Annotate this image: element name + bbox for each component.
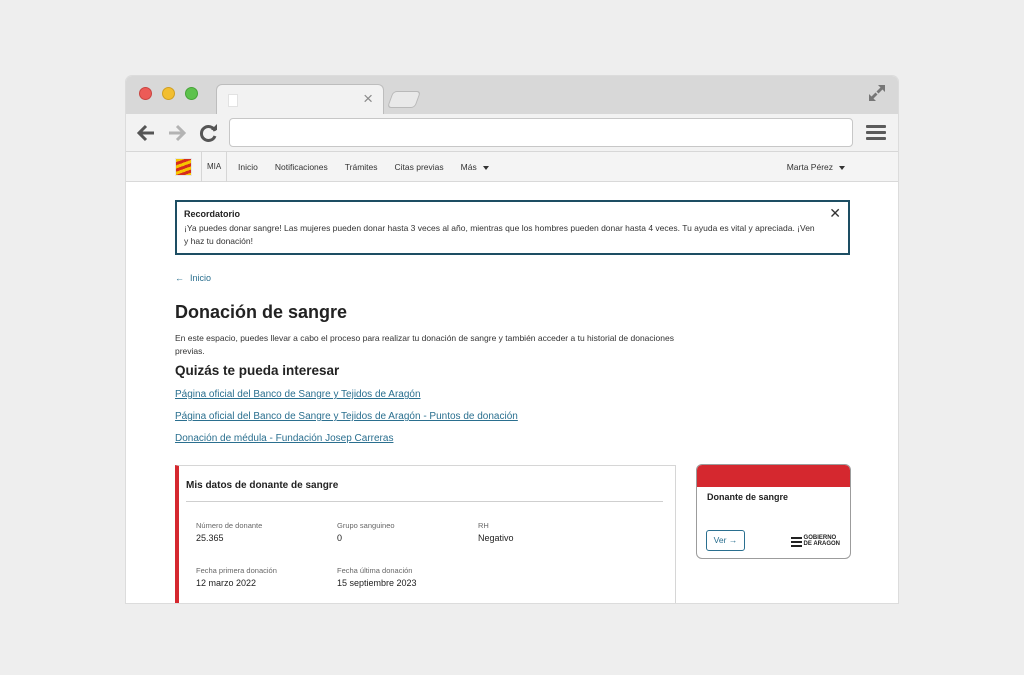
link-banco-sangre[interactable]: Página oficial del Banco de Sangre y Tej…: [175, 389, 421, 400]
browser-window: × MIA Inicio Notificaciones Trámites Cit…: [126, 76, 898, 603]
user-name: Marta Pérez: [786, 162, 833, 172]
ver-button[interactable]: Ver →: [706, 530, 745, 551]
menu-icon[interactable]: [866, 125, 886, 141]
alert-title: Recordatorio: [184, 209, 241, 219]
nav-item-mas[interactable]: Más: [461, 152, 489, 182]
close-icon[interactable]: ✕: [829, 206, 841, 220]
mia-label[interactable]: MIA: [201, 152, 228, 182]
minimize-window-button[interactable]: [162, 87, 175, 100]
field-fecha-primera-donacion: Fecha primera donación 12 marzo 2022: [196, 566, 277, 588]
donor-card-title: Donante de sangre: [707, 492, 789, 502]
link-puntos-donacion[interactable]: Página oficial del Banco de Sangre y Tej…: [175, 411, 518, 422]
field-label: Fecha primera donación: [196, 566, 277, 575]
logo-line-2: DE ARAGON: [803, 541, 840, 547]
donor-card: Donante de sangre Ver → GOBIERNO DE ARAG…: [696, 464, 851, 559]
nav-item-tramites[interactable]: Trámites: [345, 152, 378, 182]
user-menu[interactable]: Marta Pérez: [787, 152, 845, 182]
field-label: Número de donante: [196, 521, 263, 530]
field-value: 0: [337, 533, 343, 543]
page-icon: [228, 94, 238, 107]
nav-item-citas-previas[interactable]: Citas previas: [395, 152, 444, 182]
field-value: 25.365: [196, 533, 224, 543]
tab-strip: ×: [126, 76, 898, 115]
browser-tab[interactable]: ×: [216, 84, 384, 115]
card-header-bar: [697, 465, 850, 487]
maximize-window-button[interactable]: [185, 87, 198, 100]
forward-arrow-icon[interactable]: [166, 122, 188, 144]
nav-item-mas-label: Más: [460, 162, 477, 172]
reload-icon[interactable]: [198, 122, 220, 144]
browser-toolbar: [126, 114, 898, 152]
donor-data-card: Mis datos de donante de sangre Número de…: [175, 465, 676, 603]
field-grupo-sanguineo: Grupo sanguineo 0: [337, 521, 395, 543]
back-arrow-icon[interactable]: [135, 122, 157, 144]
new-tab-button[interactable]: [386, 91, 422, 108]
page-title: Donación de sangre: [175, 302, 348, 322]
nav-item-inicio[interactable]: Inicio: [238, 152, 258, 182]
gobierno-aragon-mark: [790, 535, 802, 547]
arrow-right-icon: →: [728, 535, 738, 545]
link-donacion-medula[interactable]: Donación de médula - Fundación Josep Car…: [175, 433, 393, 444]
caret-down-icon: [839, 165, 845, 170]
aragon-flag-logo[interactable]: [175, 158, 192, 176]
expand-icon[interactable]: [867, 83, 887, 103]
address-bar[interactable]: [229, 118, 853, 147]
field-label: RH: [478, 521, 489, 530]
page-intro: En este espacio, puedes llevar a cabo el…: [175, 333, 674, 356]
section-subtitle: Quizás te pueda interesar: [175, 363, 340, 378]
divider: [186, 501, 663, 502]
ver-button-label: Ver: [713, 535, 727, 545]
field-value: Negativo: [478, 533, 514, 543]
field-numero-donante: Número de donante 25.365: [196, 521, 262, 543]
site-header: MIA Inicio Notificaciones Trámites Citas…: [126, 152, 898, 182]
donor-data-title: Mis datos de donante de sangre: [186, 480, 339, 491]
field-label: Grupo sanguineo: [337, 521, 395, 530]
breadcrumb-label: Inicio: [190, 273, 212, 283]
gobierno-aragon-logo: GOBIERNO DE ARAGON: [790, 535, 840, 547]
field-value: 12 marzo 2022: [196, 578, 257, 588]
close-window-button[interactable]: [139, 87, 152, 100]
field-value: 15 septiembre 2023: [337, 578, 417, 588]
logo-text: GOBIERNO DE ARAGON: [804, 535, 840, 547]
back-arrow-icon: ←: [175, 273, 184, 283]
tab-close-icon[interactable]: ×: [363, 90, 373, 108]
nav-item-notificaciones[interactable]: Notificaciones: [275, 152, 328, 182]
alert-text: ¡Ya puedes donar sangre! Las mujeres pue…: [184, 223, 815, 246]
field-rh: RH Negativo: [478, 521, 514, 543]
top-nav: Inicio Notificaciones Trámites Citas pre…: [238, 152, 506, 182]
field-label: Fecha última donación: [337, 566, 413, 575]
breadcrumb[interactable]: ← Inicio: [175, 273, 211, 283]
reminder-alert: Recordatorio ¡Ya puedes donar sangre! La…: [175, 200, 850, 255]
field-fecha-ultima-donacion: Fecha última donación 15 septiembre 2023: [337, 566, 417, 588]
caret-down-icon: [482, 165, 489, 170]
